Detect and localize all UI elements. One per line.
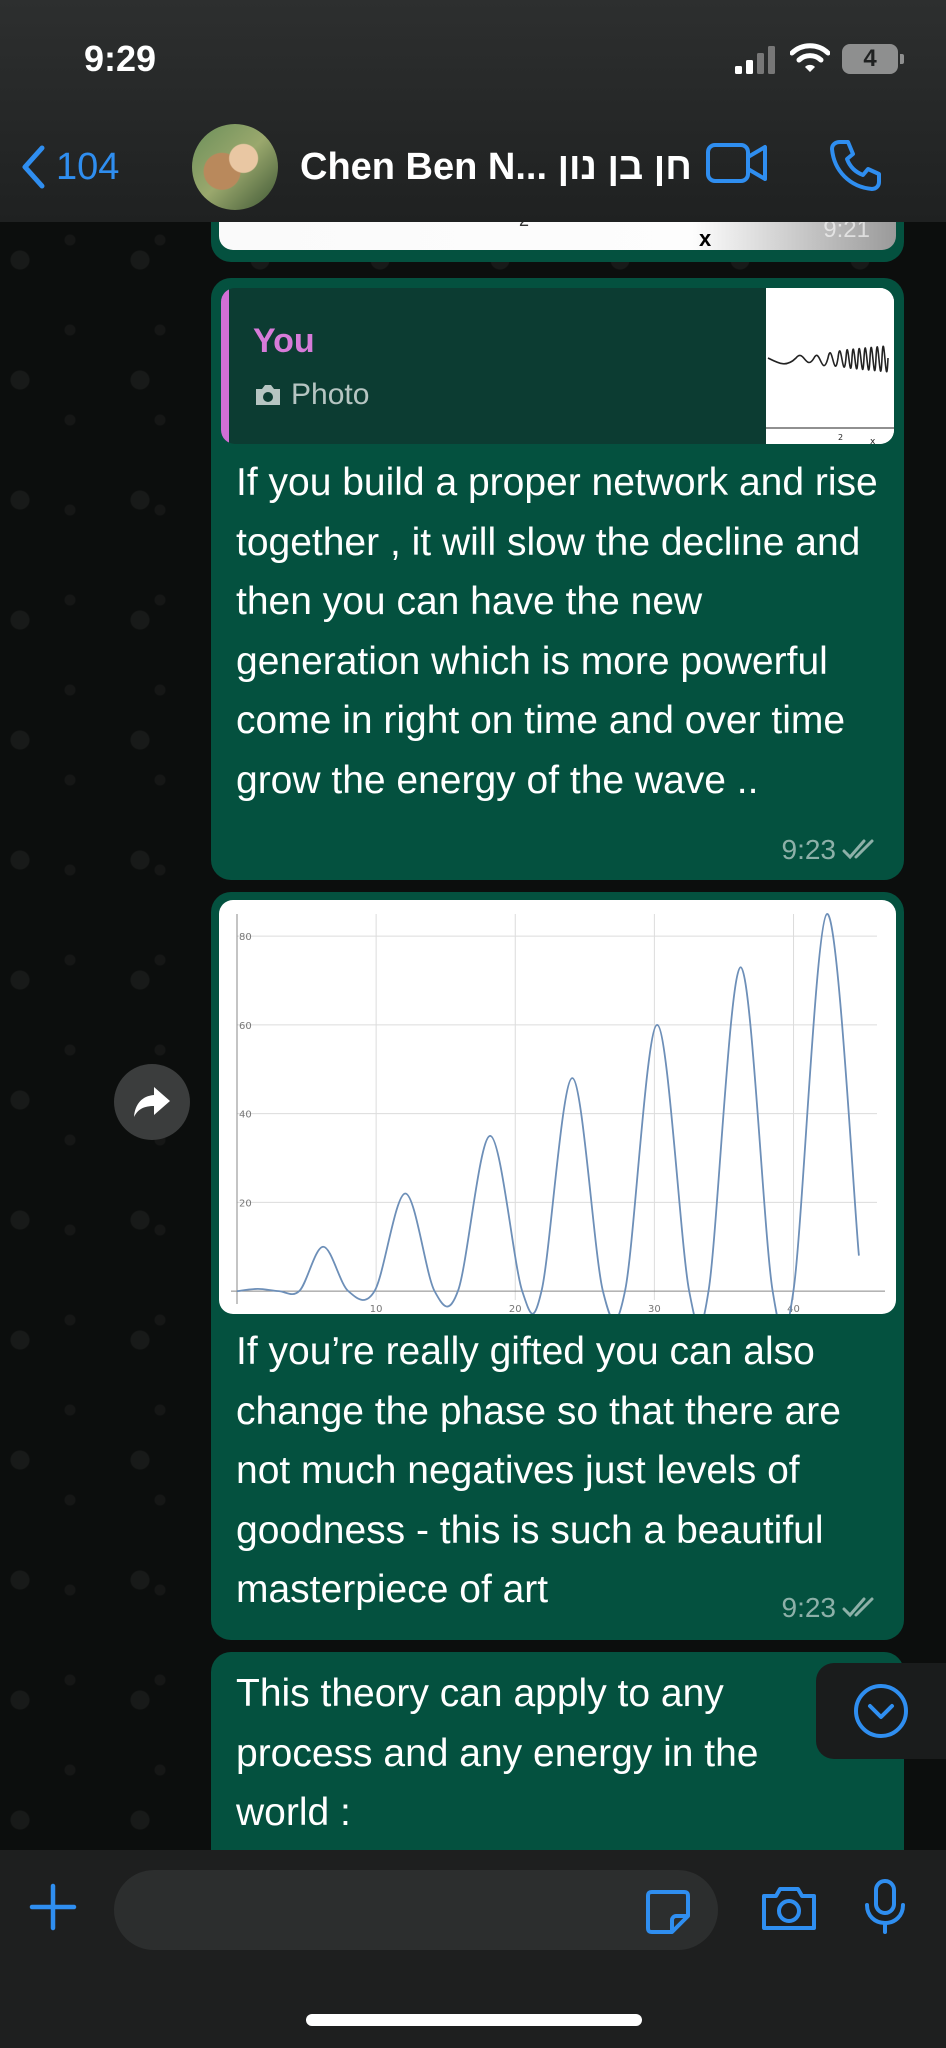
x-tick-label: 20 — [509, 1304, 522, 1314]
y-tick-label: 60 — [239, 1021, 252, 1032]
home-indicator[interactable] — [306, 2014, 642, 2026]
y-tick-label: 80 — [239, 932, 252, 943]
y-tick-label: 20 — [239, 1198, 252, 1209]
header-bar: 9:29 4 104 Chen Ben N... חן בן נון — [0, 0, 946, 222]
quote-thumbnail: 2 x — [766, 288, 894, 444]
signal-icon — [735, 46, 775, 74]
message-bubble-reply[interactable]: You Photo 2 x If you build a proper netw… — [211, 278, 904, 880]
x-tick-label: 10 — [370, 1304, 383, 1314]
phone-icon[interactable] — [828, 138, 882, 192]
double-check-icon — [842, 839, 874, 860]
message-bubble-last[interactable]: This theory can apply to any process and… — [211, 1652, 904, 1852]
message-time: 9:23 — [781, 834, 837, 865]
wifi-icon — [790, 43, 830, 72]
camera-icon — [256, 385, 280, 405]
message-text: If you build a proper network and rise t… — [236, 461, 878, 802]
scroll-to-bottom-button[interactable] — [816, 1663, 946, 1759]
x-tick-label: 30 — [648, 1304, 661, 1314]
camera-icon[interactable] — [760, 1884, 818, 1932]
sticker-icon[interactable] — [644, 1888, 692, 1936]
forward-icon — [134, 1087, 170, 1117]
status-time: 9:29 — [84, 38, 157, 79]
back-button[interactable]: 104 — [20, 140, 119, 194]
line-chart: 10 20 30 40 20 40 60 80 — [231, 913, 885, 1314]
chevron-down-icon — [854, 1684, 908, 1738]
message-time: 9:23 — [781, 1592, 837, 1623]
chart-image[interactable]: 10 20 30 40 20 40 60 80 — [219, 900, 896, 1314]
svg-text:2: 2 — [838, 433, 843, 442]
message-text: If you’re really gifted you can also cha… — [236, 1330, 841, 1611]
message-meta: 9:23 — [782, 834, 881, 866]
quote-author: You — [253, 322, 315, 360]
quoted-message[interactable]: You Photo 2 x — [221, 288, 894, 444]
microphone-icon[interactable] — [862, 1878, 908, 1936]
x-tick-label: 40 — [787, 1304, 800, 1314]
battery-icon: 4 — [842, 44, 904, 74]
unread-count: 104 — [56, 145, 120, 188]
forward-button[interactable] — [114, 1064, 190, 1140]
svg-text:x: x — [870, 437, 876, 444]
chevron-left-icon — [22, 145, 45, 189]
quote-type: Photo — [253, 378, 369, 412]
contact-name[interactable]: Chen Ben N... חן בן נון — [300, 146, 692, 189]
plus-icon[interactable] — [28, 1882, 78, 1932]
message-meta: 9:23 — [782, 1592, 881, 1624]
message-input[interactable] — [114, 1870, 718, 1950]
y-tick-label: 40 — [239, 1110, 252, 1121]
avatar[interactable] — [192, 124, 278, 210]
message-bubble-chart[interactable]: 10 20 30 40 20 40 60 80 If you’re really gifted… — [211, 892, 904, 1640]
message-text: This theory can apply to any process and… — [236, 1672, 759, 1834]
quote-accent-bar — [221, 288, 229, 444]
video-camera-icon[interactable] — [705, 140, 769, 186]
double-check-icon — [842, 1597, 874, 1618]
